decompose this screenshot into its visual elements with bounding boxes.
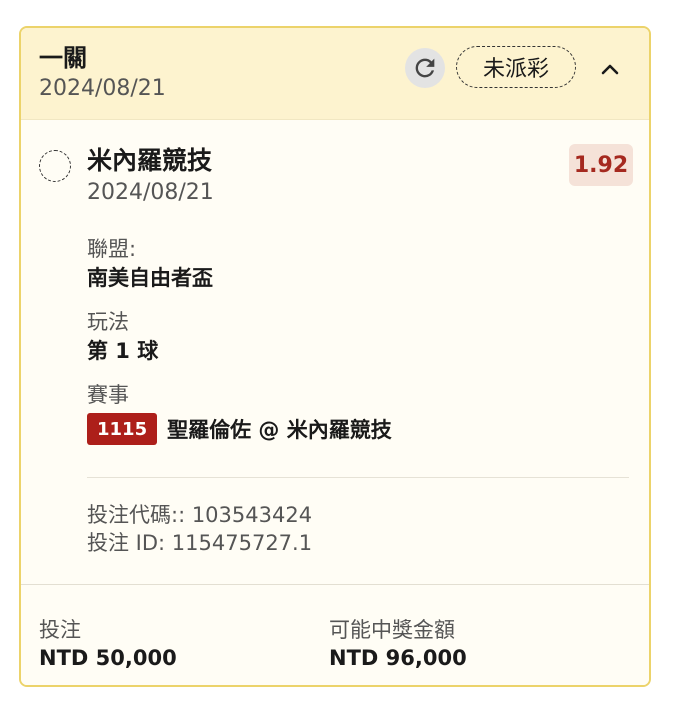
event-label: 賽事 bbox=[87, 383, 129, 407]
stake-value: NTD 50,000 bbox=[39, 646, 177, 670]
selection-team: 米內羅競技 bbox=[87, 146, 213, 175]
selection-radio[interactable] bbox=[39, 150, 71, 182]
bet-slip-header: 一關 2024/08/21 未派彩 bbox=[21, 28, 649, 120]
bet-slip-card: 一關 2024/08/21 未派彩 米內羅競技 2024/08/21 1.92 … bbox=[19, 26, 651, 687]
selection-date: 2024/08/21 bbox=[87, 180, 214, 205]
bet-code: 投注代碼:: 103543424 bbox=[87, 503, 313, 527]
event-id-badge: 1115 bbox=[87, 413, 158, 445]
event-name: 聖羅倫佐 @ 米內羅競技 bbox=[167, 418, 392, 442]
market-label: 玩法 bbox=[87, 310, 129, 334]
bet-id: 投注 ID: 115475727.1 bbox=[87, 531, 313, 555]
league-label: 聯盟: bbox=[87, 237, 137, 261]
bet-slip-footer: 投注 NTD 50,000 可能中獎金額 NTD 96,000 bbox=[21, 584, 649, 685]
divider bbox=[87, 477, 629, 478]
header-date: 2024/08/21 bbox=[39, 76, 166, 101]
bet-type-title: 一關 bbox=[39, 44, 87, 72]
payout-value: NTD 96,000 bbox=[329, 646, 467, 670]
stake-label: 投注 bbox=[39, 618, 81, 642]
chevron-up-icon bbox=[600, 62, 620, 76]
payout-label: 可能中獎金額 bbox=[329, 618, 455, 642]
event-row: 1115 聖羅倫佐 @ 米內羅競技 bbox=[87, 412, 392, 446]
league-value: 南美自由者盃 bbox=[87, 266, 213, 290]
refresh-icon bbox=[411, 54, 439, 82]
market-value: 第 1 球 bbox=[87, 339, 159, 363]
status-badge: 未派彩 bbox=[456, 46, 576, 88]
refresh-button[interactable] bbox=[405, 48, 445, 88]
collapse-button[interactable] bbox=[593, 52, 627, 86]
odds-badge: 1.92 bbox=[569, 144, 633, 186]
